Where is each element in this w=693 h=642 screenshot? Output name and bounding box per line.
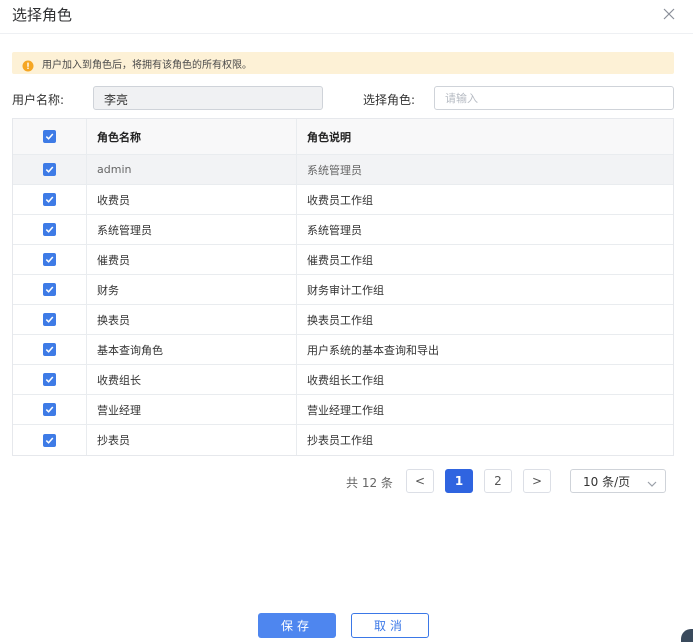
table-row[interactable]: 收费组长 收费组长工作组 [13, 365, 673, 395]
chevron-left-icon: < [414, 474, 426, 488]
row-checkbox[interactable] [43, 373, 56, 386]
close-icon[interactable] [662, 6, 676, 20]
page-2-button[interactable]: 2 [484, 469, 512, 493]
header-divider [0, 33, 693, 34]
table-row[interactable]: 基本查询角色 用户系统的基本查询和导出 [13, 335, 673, 365]
table-row[interactable]: 营业经理 营业经理工作组 [13, 395, 673, 425]
floating-corner-widget[interactable] [681, 629, 693, 642]
row-checkbox[interactable] [43, 313, 56, 326]
row-checkbox[interactable] [43, 403, 56, 416]
table-row[interactable]: 系统管理员 系统管理员 [13, 215, 673, 245]
role-desc-cell: 收费员工作组 [307, 193, 373, 207]
role-name-cell: 换表员 [87, 305, 297, 334]
row-checkbox[interactable] [43, 193, 56, 206]
role-name-cell: 抄表员 [87, 425, 297, 455]
row-checkbox[interactable] [43, 253, 56, 266]
page-size-value: 10 条/页 [583, 474, 631, 489]
notice-bar: 用户加入到角色后，将拥有该角色的所有权限。 [12, 52, 674, 74]
role-desc-cell: 系统管理员 [307, 163, 362, 177]
role-desc-cell: 用户系统的基本查询和导出 [307, 343, 439, 357]
username-label: 用户名称: [12, 93, 65, 107]
role-desc-cell: 催费员工作组 [307, 253, 373, 267]
role-name-cell: 收费组长 [87, 365, 297, 394]
table-row[interactable]: admin 系统管理员 [13, 155, 673, 185]
row-checkbox-cell [13, 275, 87, 304]
pagination-total: 共 12 条 [346, 476, 393, 490]
role-desc-cell: 财务审计工作组 [307, 283, 384, 297]
next-page-button[interactable]: > [523, 469, 551, 493]
role-name-cell: 营业经理 [87, 395, 297, 424]
table-header: 角色名称 角色说明 [13, 119, 673, 155]
row-checkbox-cell [13, 155, 87, 184]
role-name-cell: 基本查询角色 [87, 335, 297, 364]
header-role-desc: 角色说明 [307, 130, 351, 144]
role-name-cell: 财务 [87, 275, 297, 304]
row-checkbox-cell [13, 245, 87, 274]
role-name-cell: 系统管理员 [87, 215, 297, 244]
role-name-cell: admin [87, 155, 297, 184]
cancel-button[interactable]: 取消 [351, 613, 429, 638]
role-name-cell: 催费员 [87, 245, 297, 274]
row-checkbox[interactable] [43, 283, 56, 296]
row-checkbox-cell [13, 215, 87, 244]
role-desc-cell: 抄表员工作组 [307, 434, 373, 447]
select-all-checkbox[interactable] [43, 130, 56, 143]
header-role-name: 角色名称 [87, 119, 297, 154]
chevron-right-icon: > [531, 474, 543, 488]
row-checkbox-cell [13, 425, 87, 455]
row-checkbox-cell [13, 335, 87, 364]
warning-icon [22, 57, 34, 72]
row-checkbox[interactable] [43, 223, 56, 236]
roles-table: 角色名称 角色说明 admin 系统管理员 收费员 收费员工作组 系统管理员 系统管理员催… [12, 118, 674, 456]
table-row[interactable]: 催费员 催费员工作组 [13, 245, 673, 275]
role-search-input[interactable] [434, 86, 674, 110]
row-checkbox[interactable] [43, 433, 56, 447]
table-row[interactable]: 抄表员 抄表员工作组 [13, 425, 673, 455]
table-row[interactable]: 换表员 换表员工作组 [13, 305, 673, 335]
role-desc-cell: 换表员工作组 [307, 313, 373, 327]
role-desc-cell: 营业经理工作组 [307, 403, 384, 417]
role-desc-cell: 系统管理员 [307, 223, 362, 237]
chevron-down-icon [647, 477, 657, 491]
prev-page-button[interactable]: < [406, 469, 434, 493]
page-size-select[interactable]: 10 条/页 [570, 469, 666, 493]
username-field: 李亮 [93, 86, 323, 110]
save-button[interactable]: 保存 [258, 613, 336, 638]
row-checkbox[interactable] [43, 163, 56, 176]
page-1-button[interactable]: 1 [445, 469, 473, 493]
row-checkbox-cell [13, 185, 87, 214]
dialog-title: 选择角色 [12, 6, 73, 24]
row-checkbox-cell [13, 395, 87, 424]
role-desc-cell: 收费组长工作组 [307, 373, 384, 387]
table-body: admin 系统管理员 收费员 收费员工作组 系统管理员 系统管理员 催费员 催费员工作组 财务… [13, 155, 673, 455]
role-label: 选择角色: [363, 93, 416, 107]
header-checkbox-cell [13, 119, 87, 154]
table-row[interactable]: 财务 财务审计工作组 [13, 275, 673, 305]
select-role-dialog: 选择角色 用户加入到角色后，将拥有该角色的所有权限。 用户名称: 李亮 选择角色… [0, 0, 693, 642]
role-name-cell: 收费员 [87, 185, 297, 214]
row-checkbox-cell [13, 365, 87, 394]
table-row[interactable]: 收费员 收费员工作组 [13, 185, 673, 215]
row-checkbox[interactable] [43, 343, 56, 356]
row-checkbox-cell [13, 305, 87, 334]
notice-text: 用户加入到角色后，将拥有该角色的所有权限。 [42, 59, 252, 71]
